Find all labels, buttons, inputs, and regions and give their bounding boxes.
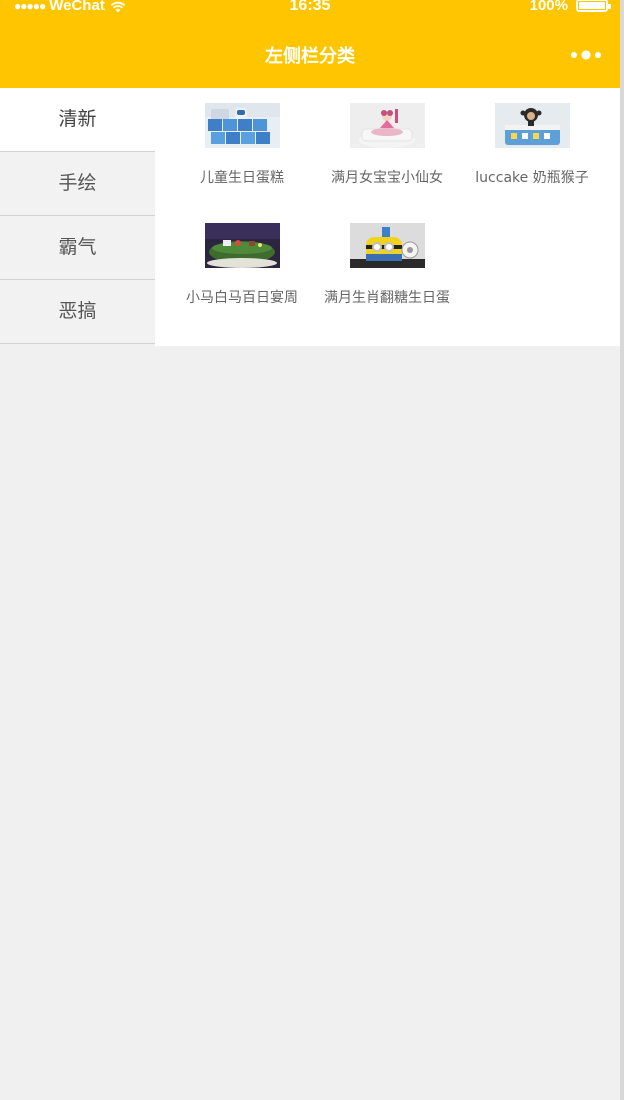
sidebar-item-shouhui[interactable]: 手绘 <box>0 152 155 216</box>
page-title: 左侧栏分类 <box>265 46 355 67</box>
blue-block-cake-thumbnail <box>204 103 280 148</box>
status-bar: ●●●●● WeChat 16:35 100% <box>0 0 620 20</box>
sidebar-item-baqi[interactable]: 霸气 <box>0 216 155 280</box>
battery-percent: 100% <box>529 0 568 14</box>
yellow-minion-cake-thumbnail <box>349 223 425 268</box>
status-time: 16:35 <box>289 0 331 14</box>
header-bar: ●●●●● WeChat 16:35 100% 左侧栏分类 <box>0 0 620 88</box>
sidebar-item-qingxin[interactable]: 清新 <box>0 88 155 152</box>
green-pony-cake-thumbnail <box>204 223 280 268</box>
battery-status: 100% <box>529 0 611 14</box>
product-item[interactable]: 满月生肖翻糖生日蛋 <box>300 223 474 307</box>
pink-fairy-cake-thumbnail <box>349 103 425 148</box>
battery-icon <box>576 0 611 12</box>
product-name: 满月生肖翻糖生日蛋 <box>324 290 450 306</box>
product-item[interactable]: luccake 奶瓶猴子 <box>445 103 619 187</box>
product-panel: 儿童生日蛋糕 满月女宝宝小仙女 luccake 奶瓶猴子 小马白马百日宴周 满月… <box>155 88 620 346</box>
product-grid: 儿童生日蛋糕 满月女宝宝小仙女 luccake 奶瓶猴子 小马白马百日宴周 满月… <box>155 88 620 346</box>
product-name: luccake 奶瓶猴子 <box>475 170 589 186</box>
phone-screen: ●●●●● WeChat 16:35 100% 左侧栏分类 清新 手绘 霸气 恶… <box>0 0 624 1100</box>
category-sidebar: 清新 手绘 霸气 恶搞 <box>0 88 155 344</box>
more-dots-icon[interactable] <box>570 48 602 62</box>
sidebar-item-egao[interactable]: 恶搞 <box>0 280 155 344</box>
monkey-bottle-cake-thumbnail <box>494 103 570 148</box>
